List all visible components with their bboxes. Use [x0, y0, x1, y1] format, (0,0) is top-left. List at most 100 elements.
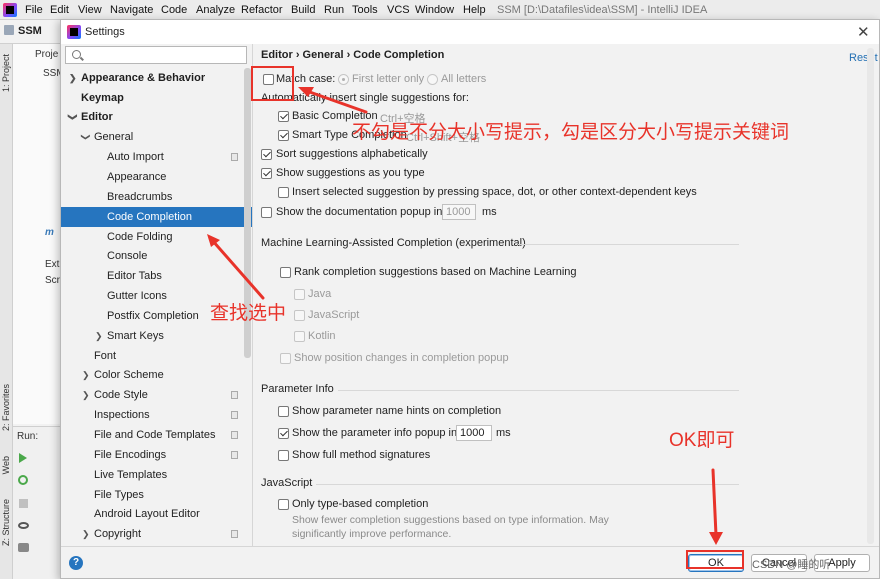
- eye-icon[interactable]: [18, 522, 29, 529]
- search-input[interactable]: [86, 48, 236, 62]
- tool-window-favorites[interactable]: 2: Favorites: [1, 384, 11, 431]
- ml-rank-checkbox[interactable]: [280, 267, 291, 278]
- project-scope-icon: [231, 153, 238, 161]
- doc-popup-checkbox[interactable]: [261, 207, 272, 218]
- sidebar-item-editor[interactable]: ❯ Editor: [61, 107, 252, 127]
- basic-completion-checkbox[interactable]: [278, 111, 289, 122]
- sidebar-item-file-encodings[interactable]: File Encodings: [61, 445, 252, 465]
- ml-js-checkbox[interactable]: [294, 310, 305, 321]
- insert-selected-checkbox[interactable]: [278, 187, 289, 198]
- sidebar-item-android-layout-editor[interactable]: Android Layout Editor: [61, 504, 252, 524]
- js-separator: [316, 484, 739, 485]
- first-letter-radio[interactable]: [338, 74, 349, 85]
- sidebar-item-editor-tabs[interactable]: Editor Tabs: [61, 266, 252, 286]
- project-scratches[interactable]: Scr: [45, 275, 60, 286]
- project-scope-icon: [231, 530, 238, 538]
- breadcrumb: Editor › General › Code Completion: [261, 49, 445, 61]
- sidebar-item-auto-import[interactable]: Auto Import: [61, 147, 252, 167]
- doc-popup-ms-input[interactable]: 1000: [442, 204, 476, 220]
- menu-build[interactable]: Build: [291, 4, 315, 16]
- sidebar-item-label: Code Completion: [107, 211, 192, 223]
- content-scrollbar[interactable]: [867, 48, 874, 544]
- chevron-down-icon[interactable]: ❯: [76, 133, 96, 141]
- close-icon[interactable]: ✕: [857, 23, 870, 41]
- sidebar-item-font[interactable]: Font: [61, 346, 252, 366]
- run-icon[interactable]: [19, 453, 27, 463]
- menu-window[interactable]: Window: [415, 4, 454, 16]
- sidebar-item-keymap[interactable]: Keymap: [61, 88, 252, 108]
- sidebar-item-code-style[interactable]: ❯ Code Style: [61, 385, 252, 405]
- nav-project-label[interactable]: SSM: [18, 25, 42, 37]
- menu-help[interactable]: Help: [463, 4, 486, 16]
- ml-java-label: Java: [308, 288, 332, 300]
- menu-analyze[interactable]: Analyze: [196, 4, 235, 16]
- param-hints-label: Show parameter name hints on completion: [292, 405, 502, 417]
- menu-code[interactable]: Code: [161, 4, 187, 16]
- sidebar-item-code-completion[interactable]: Code Completion: [61, 207, 252, 227]
- sidebar-item-inspections[interactable]: Inspections: [61, 405, 252, 425]
- param-popup-label: Show the parameter info popup in: [292, 427, 458, 439]
- sort-alpha-checkbox[interactable]: [261, 149, 272, 160]
- sidebar-item-general[interactable]: ❯ General: [61, 127, 252, 147]
- chevron-right-icon[interactable]: ❯: [95, 326, 103, 346]
- sidebar-item-breadcrumbs[interactable]: Breadcrumbs: [61, 187, 252, 207]
- stop-icon[interactable]: [19, 499, 28, 508]
- project-item-m[interactable]: m: [45, 227, 54, 238]
- sidebar-item-code-folding[interactable]: Code Folding: [61, 227, 252, 247]
- show-as-type-checkbox[interactable]: [261, 168, 272, 179]
- sidebar-item-label: Smart Keys: [107, 330, 164, 342]
- sidebar-item-file-types[interactable]: File Types: [61, 485, 252, 505]
- sidebar-item-file-code-templates[interactable]: File and Code Templates: [61, 425, 252, 445]
- sidebar-item-color-scheme[interactable]: ❯ Color Scheme: [61, 365, 252, 385]
- menu-navigate[interactable]: Navigate: [110, 4, 153, 16]
- chevron-right-icon[interactable]: ❯: [69, 68, 77, 88]
- tool-window-project[interactable]: 1: Project: [1, 54, 11, 92]
- sidebar-item-appearance[interactable]: Appearance: [61, 167, 252, 187]
- sidebar-item-copyright[interactable]: ❯ Copyright: [61, 524, 252, 544]
- menu-view[interactable]: View: [78, 4, 102, 16]
- project-tab[interactable]: Proje: [35, 49, 58, 60]
- sidebar-item-label: Live Templates: [94, 469, 168, 481]
- help-button[interactable]: ?: [69, 556, 83, 570]
- settings-dialog: Settings ✕ ❯ Appearance & Behavior Keyma…: [60, 19, 880, 579]
- insert-selected-label: Insert selected suggestion by pressing s…: [292, 186, 697, 198]
- ml-position-checkbox[interactable]: [280, 353, 291, 364]
- menu-run[interactable]: Run: [324, 4, 344, 16]
- js-type-based-checkbox[interactable]: [278, 499, 289, 510]
- param-full-checkbox[interactable]: [278, 450, 289, 461]
- chevron-right-icon[interactable]: ❯: [82, 365, 90, 385]
- param-popup-ms-input[interactable]: 1000: [456, 425, 492, 441]
- ide-navbar: SSM: [0, 20, 62, 44]
- menu-vcs[interactable]: VCS: [387, 4, 410, 16]
- sidebar-item-label: Code Style: [94, 389, 148, 401]
- param-popup-checkbox[interactable]: [278, 428, 289, 439]
- project-external-libraries[interactable]: Ext: [45, 259, 59, 270]
- ml-java-checkbox[interactable]: [294, 289, 305, 300]
- rerun-icon[interactable]: [18, 475, 28, 485]
- chevron-down-icon[interactable]: ❯: [63, 113, 83, 121]
- ml-kotlin-checkbox[interactable]: [294, 331, 305, 342]
- sidebar-item-smart-keys[interactable]: ❯ Smart Keys: [61, 326, 252, 346]
- param-popup-ms-unit: ms: [496, 427, 511, 439]
- js-type-based-label: Only type-based completion: [292, 498, 429, 510]
- menu-file[interactable]: File: [25, 4, 43, 16]
- chevron-right-icon[interactable]: ❯: [82, 385, 90, 405]
- all-letters-radio[interactable]: [427, 74, 438, 85]
- sidebar-item-live-templates[interactable]: Live Templates: [61, 465, 252, 485]
- smart-completion-checkbox[interactable]: [278, 130, 289, 141]
- project-scope-icon: [231, 451, 238, 459]
- run-label: Run:: [17, 431, 39, 442]
- camera-icon[interactable]: [18, 543, 29, 552]
- chevron-right-icon[interactable]: ❯: [82, 524, 90, 544]
- param-hints-checkbox[interactable]: [278, 406, 289, 417]
- show-as-type-label: Show suggestions as you type: [276, 167, 425, 179]
- sidebar-item-console[interactable]: Console: [61, 246, 252, 266]
- menu-edit[interactable]: Edit: [50, 4, 69, 16]
- menu-tools[interactable]: Tools: [352, 4, 378, 16]
- intellij-logo-icon: [67, 25, 81, 39]
- sidebar-item-appearance-behavior[interactable]: ❯ Appearance & Behavior: [61, 68, 252, 88]
- tool-window-web[interactable]: Web: [1, 456, 11, 474]
- menu-refactor[interactable]: Refactor: [241, 4, 283, 16]
- tool-window-structure[interactable]: Z: Structure: [1, 499, 11, 546]
- search-box[interactable]: [65, 46, 247, 64]
